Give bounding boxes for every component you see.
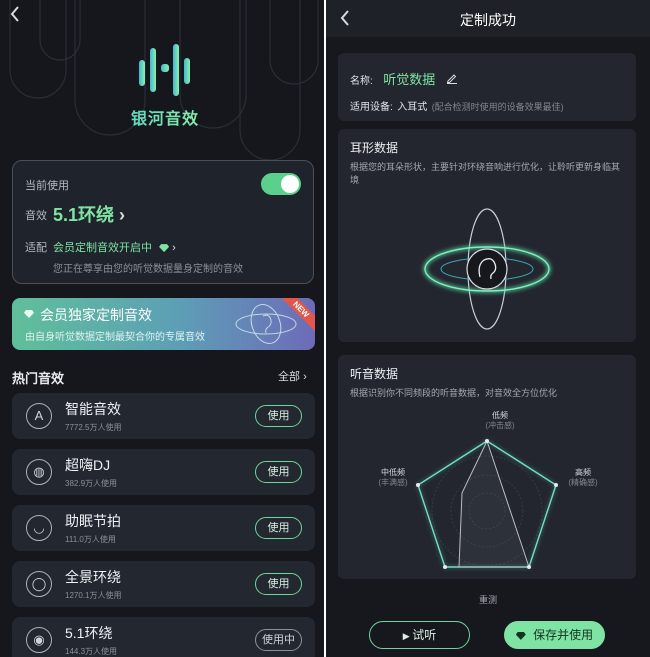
banner-subtitle: 由自身听觉数据定制最契合你的专属音效 bbox=[25, 332, 205, 343]
save-label: 保存并使用 bbox=[533, 628, 594, 642]
use-button[interactable]: 使用 bbox=[255, 573, 302, 595]
chevron-right-icon: › bbox=[172, 242, 176, 254]
adapt-link[interactable]: 会员定制音效开启中 › bbox=[53, 239, 176, 255]
radar-vertex bbox=[416, 483, 420, 487]
edit-icon[interactable] bbox=[446, 71, 458, 89]
effect-users: 382.9万人使用 bbox=[65, 479, 118, 488]
effect-name: 全景环绕 bbox=[65, 569, 121, 585]
current-note: 您正在尊享由您的听觉数据量身定制的音效 bbox=[53, 264, 243, 275]
hot-effects-title: 热门音效 bbox=[12, 371, 65, 386]
axis-label-low: 低频 (冲击感) bbox=[475, 411, 525, 432]
radar-vertex bbox=[554, 483, 558, 487]
see-all-label: 全部 bbox=[278, 371, 300, 383]
app-logo: 银河音效 bbox=[120, 42, 210, 129]
page-title: 定制成功 bbox=[460, 12, 516, 28]
ear-shape-card: 耳形数据 根据您的耳朵形状，主要针对环绕音响进行优化，让聆听更新身临其境 bbox=[338, 129, 636, 342]
hearing-data-card: 听音数据 根据识别你不同频段的听音数据，对音效全方位优化 低频 (冲击感) 高频… bbox=[338, 355, 636, 579]
profile-info-card: 名称: 听觉数据 适用设备: 入耳式 (配合检测时使用的设备效果最佳) bbox=[338, 53, 636, 121]
see-all-link[interactable]: 全部 › bbox=[278, 368, 307, 384]
effect-name: 智能音效 bbox=[65, 401, 121, 417]
use-button[interactable]: 使用 bbox=[255, 517, 302, 539]
effect-users: 7772.5万人使用 bbox=[65, 423, 122, 432]
use-button[interactable]: 使用 bbox=[255, 461, 302, 483]
diamond-icon bbox=[159, 244, 170, 253]
speaker-icon: ◉ bbox=[26, 627, 52, 653]
effect-list-item[interactable]: ◍ 超嗨DJ 382.9万人使用 使用 bbox=[12, 449, 315, 495]
device-hint: (配合检测时使用的设备效果最佳) bbox=[431, 102, 564, 112]
effect-users: 1270.1万人使用 bbox=[65, 591, 122, 600]
effect-users: 144.3万人使用 bbox=[65, 647, 118, 656]
back-button[interactable] bbox=[10, 6, 20, 26]
diamond-icon bbox=[24, 310, 34, 318]
effect-users: 111.0万人使用 bbox=[65, 535, 116, 544]
ear-orbit-illustration bbox=[423, 208, 551, 330]
effect-label: 音效 bbox=[25, 210, 47, 222]
ear-section-title: 耳形数据 bbox=[350, 141, 399, 155]
in-use-button[interactable]: 使用中 bbox=[255, 629, 302, 651]
radar-vertex bbox=[485, 439, 489, 443]
hearing-radar-chart bbox=[416, 439, 558, 569]
radar-vertex bbox=[527, 565, 531, 569]
retest-link[interactable]: 重测 bbox=[326, 593, 650, 606]
effect-name: 超嗨DJ bbox=[65, 457, 111, 473]
chevron-right-icon: › bbox=[119, 205, 126, 225]
effect-name: 5.1环绕 bbox=[65, 625, 113, 641]
current-effect-value: 5.1环绕 bbox=[53, 205, 115, 225]
ear-orbit-icon bbox=[235, 304, 297, 344]
name-value: 听觉数据 bbox=[383, 72, 436, 87]
axis-name: 低频 bbox=[492, 411, 508, 420]
radar-vertex bbox=[443, 565, 447, 569]
pencil-icon bbox=[446, 74, 457, 84]
preview-button[interactable]: ▶ 试听 bbox=[369, 621, 470, 649]
surround-icon: ◯ bbox=[26, 571, 52, 597]
sound-effects-screen: 银河音效 当前使用 音效 5.1环绕 › 适配 会员定制音效开启中 › 您正在尊… bbox=[0, 0, 324, 657]
save-and-use-button[interactable]: 保存并使用 bbox=[504, 621, 605, 649]
device-value: 入耳式 bbox=[397, 102, 428, 113]
current-effect-card: 当前使用 音效 5.1环绕 › 适配 会员定制音效开启中 › 您正在尊享由您的听… bbox=[12, 160, 314, 284]
effect-list-item[interactable]: ◡ 助眠节拍 111.0万人使用 使用 bbox=[12, 505, 315, 551]
preview-label: 试听 bbox=[412, 628, 437, 642]
adapt-label: 适配 bbox=[25, 242, 47, 254]
globe-icon: ◍ bbox=[26, 459, 52, 485]
banner-title: 会员独家定制音效 bbox=[40, 307, 152, 323]
vip-custom-banner[interactable]: 会员独家定制音效 由自身听觉数据定制最契合你的专属音效 NEW bbox=[12, 298, 315, 350]
logo-text: 银河音效 bbox=[120, 105, 210, 129]
use-button[interactable]: 使用 bbox=[255, 405, 302, 427]
effect-list-item[interactable]: ◉ 5.1环绕 144.3万人使用 使用中 bbox=[12, 617, 315, 657]
chevron-right-icon: › bbox=[303, 371, 307, 383]
name-label: 名称: bbox=[350, 76, 373, 87]
current-effect-link[interactable]: 5.1环绕 › bbox=[53, 201, 125, 227]
effect-name: 助眠节拍 bbox=[65, 513, 121, 529]
sleep-eye-icon: ◡ bbox=[26, 515, 52, 541]
effect-list-item[interactable]: ◯ 全景环绕 1270.1万人使用 使用 bbox=[12, 561, 315, 607]
hearing-section-desc: 根据识别你不同频段的听音数据，对音效全方位优化 bbox=[350, 388, 558, 398]
effect-toggle[interactable] bbox=[261, 173, 301, 195]
diamond-icon bbox=[515, 631, 526, 640]
ear-section-desc: 根据您的耳朵形状，主要针对环绕音响进行优化，让聆听更新身临其境 bbox=[350, 162, 621, 185]
effect-list-item[interactable]: A 智能音效 7772.5万人使用 使用 bbox=[12, 393, 315, 439]
axis-sub: (冲击感) bbox=[485, 421, 515, 431]
current-label: 当前使用 bbox=[25, 180, 69, 192]
play-icon: ▶ bbox=[402, 631, 413, 641]
adapt-value: 会员定制音效开启中 bbox=[53, 242, 152, 254]
custom-success-screen: 定制成功 名称: 听觉数据 适用设备: 入耳式 (配合检测时使用的设备效果最佳)… bbox=[326, 0, 650, 657]
letter-a-icon: A bbox=[26, 403, 52, 429]
hearing-section-title: 听音数据 bbox=[350, 367, 399, 381]
chevron-left-icon bbox=[10, 6, 19, 22]
device-label: 适用设备: bbox=[350, 102, 393, 113]
waveform-logo-icon bbox=[139, 44, 190, 96]
